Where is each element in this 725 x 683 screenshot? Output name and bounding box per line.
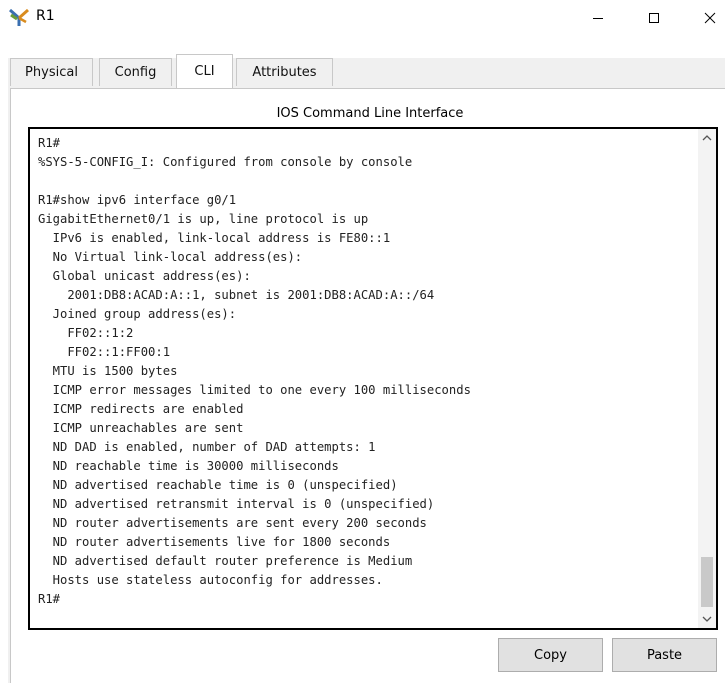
terminal-line: ND advertised reachable time is 0 (unspe… — [38, 478, 398, 492]
terminal-line: ICMP unreachables are sent — [38, 421, 244, 435]
terminal-line: IPv6 is enabled, link-local address is F… — [38, 231, 391, 245]
terminal-console[interactable]: R1# %SYS-5-CONFIG_I: Configured from cons… — [28, 127, 718, 630]
terminal-line: Hosts use stateless autoconfig for addre… — [38, 573, 383, 587]
terminal-line: ND advertised default router preference … — [38, 554, 413, 568]
terminal-line: ND DAD is enabled, number of DAD attempt… — [38, 440, 376, 454]
terminal-line: %SYS-5-CONFIG_I: Configured from console… — [38, 155, 413, 169]
scroll-thumb[interactable] — [701, 557, 713, 607]
chevron-down-icon — [702, 616, 712, 622]
terminal-line: GigabitEthernet0/1 is up, line protocol … — [38, 212, 369, 226]
terminal-line: R1# — [38, 592, 61, 606]
terminal-line: ND advertised retransmit interval is 0 (… — [38, 497, 435, 511]
minimize-icon — [593, 18, 603, 19]
router-device-icon — [8, 6, 30, 28]
scroll-up-button[interactable] — [698, 129, 716, 147]
vertical-scrollbar[interactable] — [698, 129, 716, 628]
maximize-button[interactable] — [631, 0, 677, 36]
terminal-output[interactable]: R1# %SYS-5-CONFIG_I: Configured from cons… — [38, 134, 698, 609]
title-bar: R1 — [0, 0, 725, 36]
terminal-line: No Virtual link-local address(es): — [38, 250, 303, 264]
terminal-line: MTU is 1500 bytes — [38, 364, 178, 378]
terminal-line: R1# — [38, 136, 61, 150]
terminal-line: ND reachable time is 30000 milliseconds — [38, 459, 339, 473]
close-icon — [704, 12, 716, 24]
tab-cli[interactable]: CLI — [176, 54, 233, 88]
tab-config[interactable]: Config — [99, 58, 172, 86]
close-button[interactable] — [687, 0, 725, 36]
tab-physical[interactable]: Physical — [10, 58, 93, 86]
terminal-line: ND router advertisements are sent every … — [38, 516, 427, 530]
scroll-down-button[interactable] — [698, 610, 716, 628]
terminal-line: Joined group address(es): — [38, 307, 237, 321]
maximize-icon — [649, 13, 659, 23]
window-title: R1 — [36, 8, 55, 24]
terminal-line: FF02::1:FF00:1 — [38, 345, 171, 359]
terminal-line: R1#show ipv6 interface g0/1 — [38, 193, 237, 207]
copy-button[interactable]: Copy — [498, 638, 603, 672]
terminal-line: ND router advertisements live for 1800 s… — [38, 535, 391, 549]
cli-window: R1 Physical Config CLI Attributes IOS Co… — [0, 0, 725, 683]
terminal-line: Global unicast address(es): — [38, 269, 251, 283]
chevron-up-icon — [702, 135, 712, 141]
terminal-line: ICMP redirects are enabled — [38, 402, 244, 416]
terminal-line: ICMP error messages limited to one every… — [38, 383, 471, 397]
panel-title: IOS Command Line Interface — [276, 106, 464, 121]
paste-button[interactable]: Paste — [612, 638, 717, 672]
terminal-line: 2001:DB8:ACAD:A::1, subnet is 2001:DB8:A… — [38, 288, 435, 302]
minimize-button[interactable] — [575, 0, 621, 36]
terminal-line: FF02::1:2 — [38, 326, 134, 340]
tab-attributes[interactable]: Attributes — [236, 58, 333, 86]
